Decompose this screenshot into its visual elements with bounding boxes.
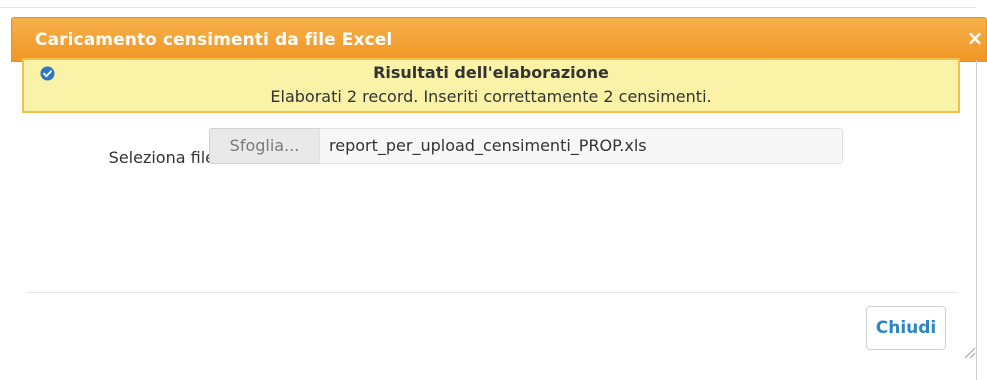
close-button[interactable]: Chiudi bbox=[866, 306, 946, 350]
dialog-title: Caricamento censimenti da file Excel bbox=[35, 30, 393, 50]
dialog-right-edge bbox=[976, 60, 977, 380]
top-divider bbox=[0, 7, 976, 8]
resize-grip-icon[interactable] bbox=[962, 345, 976, 359]
browse-button[interactable]: Sfoglia... bbox=[209, 128, 320, 164]
file-name-field[interactable]: report_per_upload_censimenti_PROP.xls bbox=[319, 128, 843, 164]
close-icon[interactable]: × bbox=[966, 28, 984, 48]
file-label: Seleziona file bbox=[108, 148, 215, 167]
result-alert: Risultati dell'elaborazione Elaborati 2 … bbox=[22, 58, 960, 113]
alert-message: Elaborati 2 record. Inseriti correttamen… bbox=[270, 87, 712, 106]
dialog-titlebar[interactable]: Caricamento censimenti da file Excel × bbox=[11, 17, 987, 62]
footer-divider bbox=[26, 292, 958, 293]
page-frame: Caricamento censimenti da file Excel × R… bbox=[0, 0, 987, 380]
alert-title: Risultati dell'elaborazione bbox=[373, 63, 609, 82]
file-picker: Sfoglia... report_per_upload_censimenti_… bbox=[209, 128, 843, 164]
